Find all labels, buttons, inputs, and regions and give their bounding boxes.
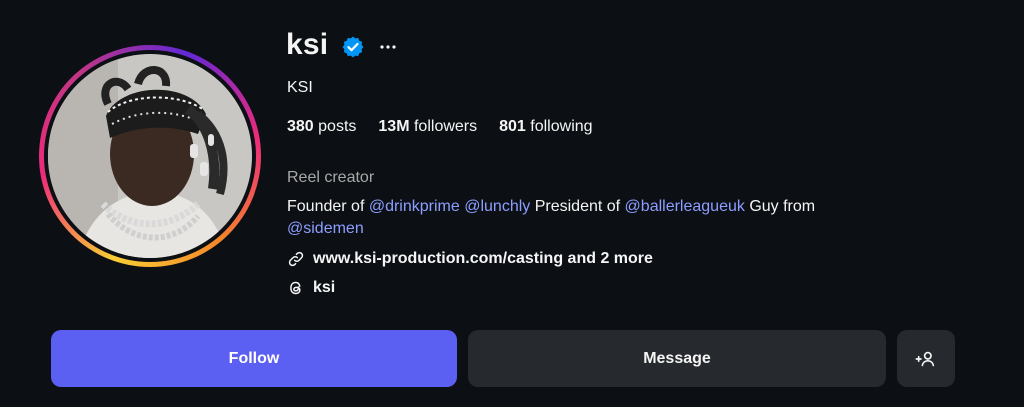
mention-link[interactable]: @drinkprime [369,198,460,215]
profile-stats: 380 posts 13M followers 801 following [287,117,615,137]
threads-handle: ksi [313,279,336,296]
avatar[interactable] [48,54,252,258]
followers-count-value: 13M [378,118,410,135]
following-count-value: 801 [499,118,526,135]
profile-category: Reel creator [287,169,375,186]
following-count-label: following [530,118,593,135]
profile-bio: Founder of @drinkprime @lunchly Presiden… [287,196,947,240]
verified-badge-icon [342,36,364,58]
external-link[interactable]: www.ksi-production.com/casting and 2 mor… [287,249,653,269]
link-icon [288,251,304,267]
followers-count[interactable]: 13M followers [378,117,477,137]
posts-count-label: posts [318,118,357,135]
mention-link[interactable]: @sidemen [287,220,364,237]
more-options-icon[interactable] [378,37,398,57]
external-link-text: www.ksi-production.com/casting and 2 mor… [313,250,653,267]
mention-link[interactable]: @ballerleagueuk [625,198,745,215]
threads-icon [290,281,301,295]
bio-text: Guy from [744,198,816,215]
suggested-users-button[interactable] [897,330,955,387]
follow-button-label: Follow [228,349,280,367]
followers-count-label: followers [413,118,478,135]
profile-username: ksi [286,28,329,61]
threads-link[interactable]: ksi [287,278,335,298]
avatar-image [48,54,252,258]
message-button[interactable]: Message [468,330,886,387]
profile-avatar-ring[interactable] [39,45,261,267]
posts-count-value: 380 [287,118,314,135]
profile-full-name: KSI [287,79,313,96]
add-user-icon [915,351,935,366]
posts-count: 380 posts [287,117,356,137]
follow-button[interactable]: Follow [51,330,457,387]
following-count[interactable]: 801 following [499,117,592,137]
mention-link[interactable]: @lunchly [464,198,530,215]
message-button-label: Message [643,349,711,367]
bio-text: Founder of [287,198,369,215]
bio-text: President of [530,198,625,215]
